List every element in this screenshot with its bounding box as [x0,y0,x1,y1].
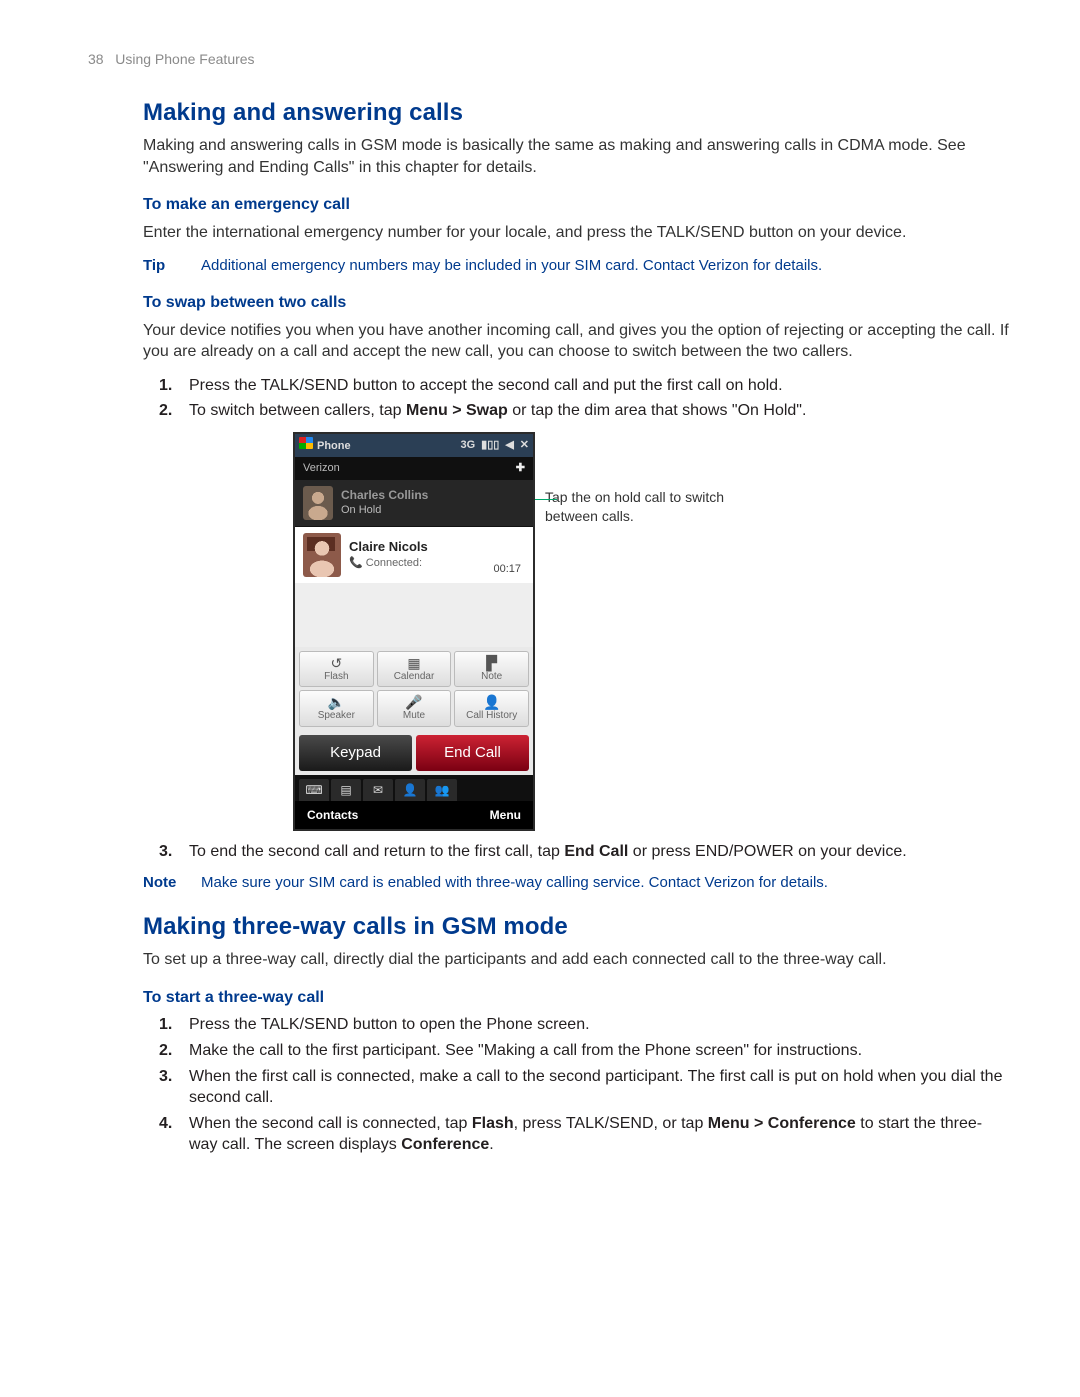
carrier-row: Verizon ✚ [295,457,533,480]
note-icon: ▛ [455,656,528,670]
note-label: Note [143,873,183,893]
call-timer: 00:17 [493,562,525,577]
softkey-contacts[interactable]: Contacts [307,807,358,823]
subheading-start-threeway: To start a three-way call [143,987,1010,1009]
tip-text: Additional emergency numbers may be incl… [201,256,822,276]
mute-icon: 🎤 [378,695,451,709]
speaker-icon: 🔈 [300,695,373,709]
swap-steps: 1. Press the TALK/SEND button to accept … [143,375,1010,422]
step-1: 1. Press the TALK/SEND button to accept … [183,375,1010,397]
note-text: Make sure your SIM card is enabled with … [201,873,828,893]
phone-title: Phone [317,440,351,452]
figure-callout: Tap the on hold call to switch between c… [545,432,725,526]
phone-empty-area [295,583,533,647]
avatar [303,533,341,577]
note-block: Note Make sure your SIM card is enabled … [143,873,1010,893]
page-number: 38 [88,51,104,67]
swap-steps-continued: 3. To end the second call and return to … [143,841,1010,863]
running-header: 38 Using Phone Features [88,50,1010,69]
hold-caller-name: Charles Collins [341,487,428,503]
add-icon[interactable]: ✚ [516,461,525,476]
section-title-threeway: Making three-way calls in GSM mode [143,911,1010,943]
phone-figure: Phone 3G ▮▯▯ ◀ ✕ Verizon ✚ Charles Colli [293,432,1010,831]
tip-block: Tip Additional emergency numbers may be … [143,256,1010,276]
calendar-icon: ▦ [378,656,451,670]
tab-keypad-icon[interactable]: ⌨ [299,779,329,801]
tw-step-2: 2. Make the call to the first participan… [183,1040,1010,1062]
avatar [303,486,333,520]
active-call[interactable]: Claire Nicols 📞 Connected: 00:17 [295,527,533,583]
tab-card-icon[interactable]: ▤ [331,779,361,801]
subheading-swap: To swap between two calls [143,292,1010,314]
tw-step-3: 3. When the first call is connected, mak… [183,1066,1010,1109]
call-actions-grid: ↺Flash ▦Calendar ▛Note 🔈Speaker 🎤Mute 👤C… [295,647,533,731]
keypad-button[interactable]: Keypad [299,735,412,771]
signal-icon: ▮▯▯ [481,438,499,453]
history-icon: 👤 [455,695,528,709]
section1-intro: Making and answering calls in GSM mode i… [143,135,1010,178]
tw-step-1: 1. Press the TALK/SEND button to open th… [183,1014,1010,1036]
connected-icon: 📞 [349,557,366,569]
active-caller-name: Claire Nicols [349,538,485,556]
subheading-emergency: To make an emergency call [143,194,1010,216]
close-icon[interactable]: ✕ [520,438,529,453]
bottom-tab-row: ⌨ ▤ ✉ 👤 👥 [295,775,533,801]
windows-flag-icon [299,437,313,449]
flash-icon: ↺ [300,656,373,670]
speaker-button[interactable]: 🔈Speaker [299,690,374,727]
flash-button[interactable]: ↺Flash [299,651,374,688]
call-history-button[interactable]: 👤Call History [454,690,529,727]
hold-status: On Hold [341,503,428,518]
threeway-intro: To set up a three-way call, directly dia… [143,949,1010,971]
softkey-menu[interactable]: Menu [490,807,521,823]
phone-screenshot: Phone 3G ▮▯▯ ◀ ✕ Verizon ✚ Charles Colli [293,432,535,831]
on-hold-call[interactable]: Charles Collins On Hold [295,480,533,527]
active-status: Connected: [366,557,422,569]
tab-mail-icon[interactable]: ✉ [363,779,393,801]
tip-label: Tip [143,256,183,276]
threeway-steps: 1. Press the TALK/SEND button to open th… [143,1014,1010,1156]
step-3: 3. To end the second call and return to … [183,841,1010,863]
tab-group-icon[interactable]: 👥 [427,779,457,801]
step-2: 2. To switch between callers, tap Menu >… [183,400,1010,422]
tab-contact-icon[interactable]: 👤 [395,779,425,801]
mute-button[interactable]: 🎤Mute [377,690,452,727]
section-title-making-calls: Making and answering calls [143,97,1010,129]
carrier-name: Verizon [303,461,340,476]
softkey-bar: Contacts Menu [295,801,533,829]
volume-icon: ◀ [505,438,513,453]
status-3g-icon: 3G [460,438,475,453]
tw-step-4: 4. When the second call is connected, ta… [183,1113,1010,1156]
note-button[interactable]: ▛Note [454,651,529,688]
calendar-button[interactable]: ▦Calendar [377,651,452,688]
swap-body: Your device notifies you when you have a… [143,320,1010,363]
emergency-body: Enter the international emergency number… [143,222,1010,244]
phone-titlebar: Phone 3G ▮▯▯ ◀ ✕ [295,434,533,457]
callout-leader-line [535,499,557,500]
chapter-name: Using Phone Features [115,51,254,67]
end-call-button[interactable]: End Call [416,735,529,771]
